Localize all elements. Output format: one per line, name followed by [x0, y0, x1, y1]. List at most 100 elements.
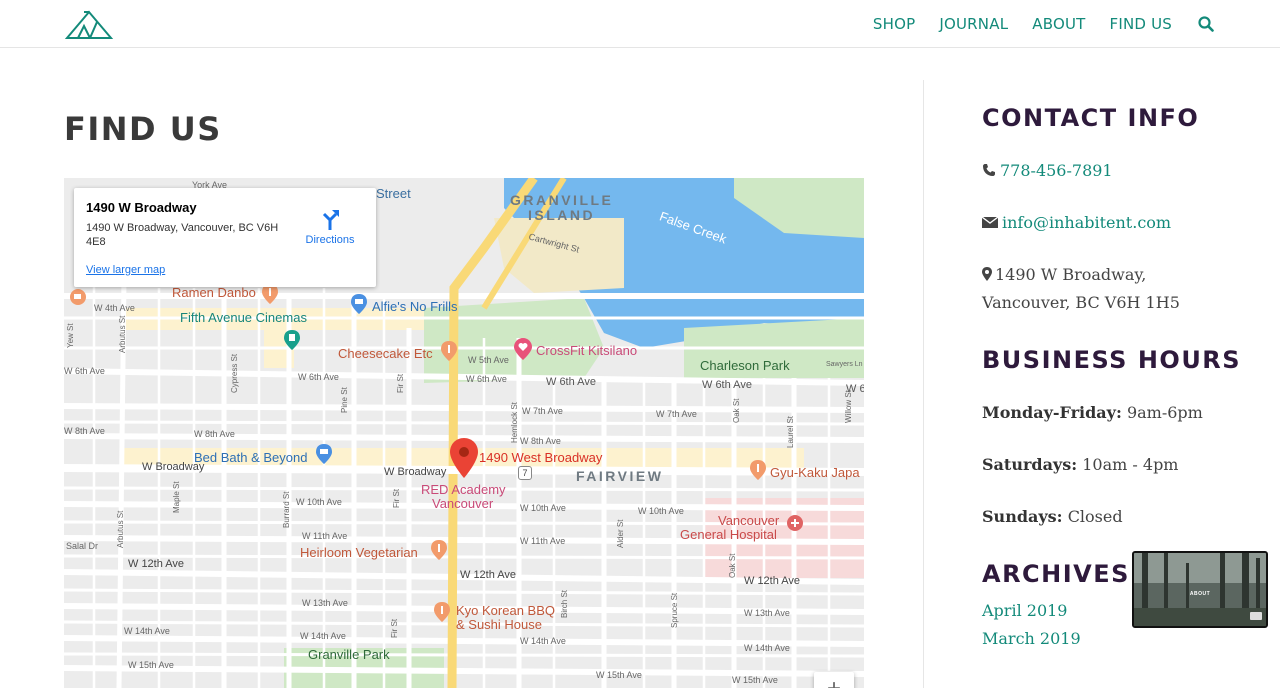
map-label-street: Burrard St — [282, 491, 291, 528]
map-label-street: Sawyers Ln — [826, 361, 863, 368]
nav-about[interactable]: ABOUT — [1032, 15, 1085, 33]
restaurant-icon[interactable] — [441, 341, 457, 361]
map-label-street: W 8th Ave — [520, 436, 561, 446]
restaurant-icon[interactable] — [262, 284, 278, 304]
archive-link-april-2019[interactable]: April 2019 — [982, 601, 1067, 620]
map-label-granville-island: ISLAND — [528, 207, 596, 223]
expand-video-icon[interactable] — [1250, 612, 1262, 620]
map-label-street: Pine St — [340, 387, 349, 413]
view-larger-map-link[interactable]: View larger map — [86, 264, 165, 276]
map-label-street: W 12th Ave — [744, 575, 801, 587]
map-info-window: 1490 W Broadway 1490 W Broadway, Vancouv… — [74, 188, 376, 287]
inhabitent-logo-icon[interactable] — [64, 8, 114, 40]
cinema-icon[interactable] — [284, 330, 300, 350]
hours-time: 10am - 4pm — [1082, 455, 1179, 474]
hospital-icon[interactable] — [786, 514, 804, 532]
map-label-street: Street — [376, 186, 411, 201]
map-label-street: W 12th Ave — [460, 569, 517, 581]
nav-find-us[interactable]: FIND US — [1110, 15, 1173, 33]
contact-email: info@inhabitent.com — [982, 209, 1171, 237]
heart-pin-icon[interactable] — [514, 338, 532, 360]
restaurant-icon[interactable] — [434, 602, 450, 622]
map-label-street: W 8th Ave — [194, 429, 235, 439]
map-label-poi: General Hospital — [680, 527, 777, 542]
map-label-street: Willow St — [844, 390, 853, 423]
shopping-icon[interactable] — [316, 444, 332, 464]
map-label-poi: Kyo Korean BBQ — [456, 603, 555, 618]
map-label-street: W 4th Ave — [94, 303, 135, 313]
map-label-street: W 15th Ave — [596, 670, 642, 680]
email-link[interactable]: info@inhabitent.com — [1002, 213, 1171, 232]
info-window-title: 1490 W Broadway — [86, 200, 197, 215]
map-label-street: W 8th Ave — [64, 426, 105, 436]
map-label-street: W 6th Ave — [298, 372, 339, 382]
restaurant-icon[interactable] — [431, 540, 447, 560]
page-title: FIND US — [64, 110, 222, 148]
map-label-poi: Charleson Park — [700, 358, 790, 373]
nav-journal[interactable]: JOURNAL — [939, 15, 1008, 33]
video-label: ABOUT — [1189, 591, 1211, 597]
directions-button[interactable]: Directions — [302, 208, 358, 246]
map-label-poi: RED Academy — [421, 482, 506, 497]
map-label-street: Cypress St — [230, 353, 239, 393]
map-label-street: Fir St — [392, 488, 401, 508]
map-label-street: Laurel St — [786, 415, 795, 448]
hours-day: Monday-Friday: — [982, 403, 1122, 422]
map-label-street: W 6th Ave — [702, 379, 752, 391]
map-label-poi: Gyu-Kaku Japa — [770, 465, 860, 480]
map-label-street: W 14th Ave — [520, 636, 566, 646]
map-label-street: Arbutus St — [116, 510, 125, 548]
shopping-icon[interactable] — [351, 294, 367, 314]
map-label-poi: & Sushi House — [456, 617, 542, 632]
search-icon[interactable] — [1198, 16, 1214, 32]
map-label-street: Arbutus St — [118, 315, 127, 353]
hours-day: Saturdays: — [982, 455, 1078, 474]
site-header: SHOP JOURNAL ABOUT FIND US — [0, 0, 1280, 48]
nav-shop[interactable]: SHOP — [873, 15, 915, 33]
map-label-street: W 11th Ave — [302, 531, 348, 541]
map-label-poi: CrossFit Kitsilano — [536, 343, 638, 358]
map-label-street: W 13th Ave — [744, 608, 790, 618]
business-hours-heading: BUSINESS HOURS — [982, 346, 1242, 374]
forest-video-thumbnail — [1134, 553, 1266, 626]
map-label-poi: Fifth Avenue Cinemas — [180, 310, 307, 325]
floating-video-player[interactable]: ABOUT — [1132, 551, 1268, 628]
map-label-street: Birch St — [560, 589, 569, 618]
map-label-street: W 15th Ave — [128, 660, 174, 670]
map-label-granville-island: GRANVILLE — [510, 192, 614, 208]
phone-link[interactable]: 778-456-7891 — [1000, 161, 1113, 180]
map-label-street: Hemlock St — [510, 402, 519, 443]
hours-row: Monday-Friday: 9am-6pm — [982, 399, 1203, 427]
coffee-icon[interactable] — [69, 288, 87, 306]
contact-phone: 778-456-7891 — [982, 157, 1113, 185]
envelope-icon — [982, 216, 998, 228]
map-label-poi: Ramen Danbo — [172, 285, 256, 300]
map-label-street: W 6th Ave — [64, 366, 105, 376]
restaurant-icon[interactable] — [750, 460, 766, 480]
map-label-street: Oak St — [732, 398, 741, 423]
map-label-poi: Granville Park — [308, 647, 390, 662]
map-label-street: W 7th Ave — [522, 406, 563, 416]
map-label-street: Oak St — [728, 553, 737, 578]
zoom-in-button[interactable]: + — [814, 672, 854, 688]
map-label-street: W 10th Ave — [520, 503, 566, 513]
map-label-street: W 11th Ave — [520, 536, 566, 546]
info-window-address: 1490 W Broadway, Vancouver, BC V6H 4E8 — [86, 222, 279, 248]
hours-day: Sundays: — [982, 507, 1063, 526]
directions-icon — [322, 210, 339, 230]
directions-label: Directions — [305, 234, 355, 246]
map-label-street: W 13th Ave — [302, 598, 348, 608]
map-label-street: W 10th Ave — [296, 497, 342, 507]
archive-link-march-2019[interactable]: March 2019 — [982, 629, 1081, 648]
contact-address: 1490 W Broadway, — [982, 261, 1146, 289]
map-label-street: W 6th Ave — [546, 376, 596, 388]
location-pin-icon[interactable] — [450, 438, 478, 478]
map-label-street: W 10th Ave — [638, 506, 684, 516]
address-line-2: Vancouver, BC V6H 1H5 — [982, 293, 1180, 312]
map-label-street: Alder St — [616, 519, 625, 548]
google-map[interactable]: GRANVILLE ISLAND False Creek York Ave St… — [64, 178, 864, 688]
map-label-street: W 14th Ave — [744, 643, 790, 653]
main-nav: SHOP JOURNAL ABOUT FIND US — [849, 0, 1214, 48]
map-label-street: W 15th Ave — [732, 675, 778, 685]
map-label-street: Salal Dr — [66, 541, 99, 551]
